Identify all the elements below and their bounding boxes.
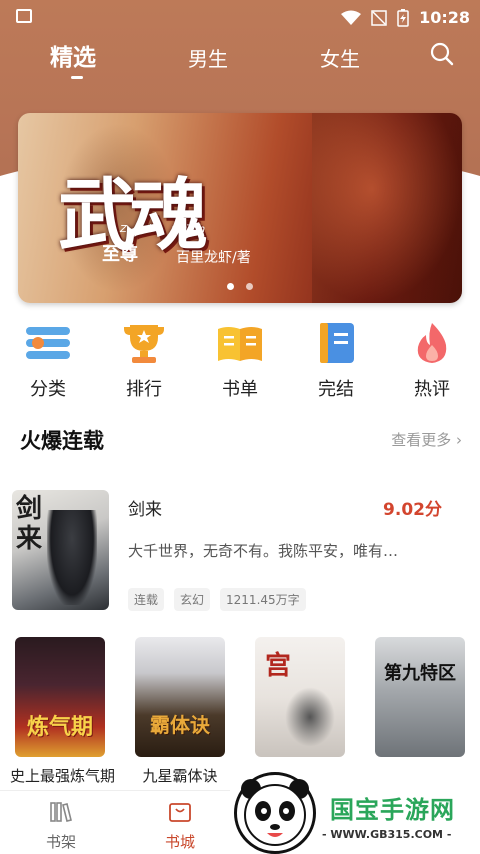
- tag-status: 连载: [128, 588, 165, 611]
- book-cover-text: 炼气期: [26, 714, 93, 740]
- quick-item-hot-reviews[interactable]: 热评: [392, 315, 472, 401]
- tab-female[interactable]: 女生: [320, 43, 360, 72]
- category-icon: [24, 319, 72, 367]
- tab-label-bookstore: 书城: [164, 833, 195, 851]
- tab-bookshelf[interactable]: 书架: [26, 801, 96, 852]
- featured-book-tags: 连载 玄幻 1211.45万字: [128, 588, 306, 611]
- tag-word-count: 1211.45万字: [220, 588, 306, 611]
- featured-book-score: 9.02分: [383, 500, 442, 520]
- book-cover: 炼气期: [15, 637, 105, 757]
- status-bar: 10:28: [0, 0, 480, 34]
- quick-item-category[interactable]: 分类: [8, 315, 88, 401]
- quick-label-category: 分类: [30, 379, 66, 400]
- featured-cover-text: 剑来: [16, 494, 43, 554]
- wifi-icon: [341, 10, 362, 25]
- banner-dot-1[interactable]: [227, 283, 234, 290]
- book-title: 九星霸体诀: [142, 767, 218, 785]
- section-header: 火爆连载 查看更多 ›: [20, 425, 462, 455]
- status-right: 10:28: [341, 8, 470, 27]
- book-cover-text: 第九特区: [384, 663, 456, 684]
- see-more-link[interactable]: 查看更多 ›: [391, 429, 462, 450]
- panda-logo: [234, 772, 316, 854]
- banner-subtitle: 至尊: [102, 244, 138, 265]
- banner-author: 百里龙虾/著: [176, 250, 251, 266]
- bookshelf-icon: [50, 802, 72, 822]
- section-title: 火爆连载: [20, 429, 104, 453]
- promo-banner[interactable]: 武魂 Zhì zūn 至尊 百里龙虾/著: [18, 113, 462, 303]
- featured-book-cover: 剑来: [12, 490, 109, 610]
- book-cover-text: 霸体诀: [150, 713, 210, 737]
- quick-entries: 分类 排行 书单 完结 热评: [0, 315, 480, 405]
- banner-pagination: [227, 283, 253, 290]
- book-cover: 第九特区: [375, 637, 465, 757]
- cover-figure: [285, 687, 335, 747]
- banner-dot-2[interactable]: [246, 283, 253, 290]
- tab-indicator: [71, 76, 83, 79]
- watermark-url: - WWW.GB315.COM -: [322, 828, 452, 841]
- battery-charging-icon: [397, 8, 409, 27]
- book-item[interactable]: 霸体诀 九星霸体诀: [130, 637, 230, 786]
- tab-bookstore[interactable]: 书城: [145, 801, 215, 852]
- featured-book-card[interactable]: 剑来 剑来 9.02分 大千世界，无奇不有。我陈平安，唯有… 连载 玄幻 121…: [12, 490, 470, 612]
- quick-item-rank[interactable]: 排行: [104, 315, 184, 401]
- book-cover: 霸体诀: [135, 637, 225, 757]
- book-item[interactable]: 第九特区: [370, 637, 470, 765]
- search-icon[interactable]: [430, 42, 454, 66]
- book-list-icon: [216, 319, 264, 367]
- banner-pinyin: Zhì zūn: [120, 224, 214, 235]
- bookstore-icon: [169, 803, 191, 822]
- app-page: 10:28 精选 男生 女生 武魂 Zhì zūn 至尊 百里龙虾/著 分类 排…: [0, 0, 480, 854]
- site-watermark: 国宝手游网 - WWW.GB315.COM -: [230, 760, 480, 854]
- finished-book-icon: [312, 319, 360, 367]
- featured-book-description: 大千世界，无奇不有。我陈平安，唯有…: [128, 542, 399, 560]
- flame-icon: [408, 319, 456, 367]
- quick-item-finished[interactable]: 完结: [296, 315, 376, 401]
- trophy-icon: [120, 319, 168, 367]
- tab-label-bookshelf: 书架: [45, 833, 76, 851]
- top-tabs: 精选 男生 女生: [0, 36, 480, 86]
- quick-label-finished: 完结: [318, 379, 354, 400]
- cover-figure: [47, 510, 97, 605]
- watermark-text: 国宝手游网: [330, 796, 455, 824]
- book-cover-text: 宫: [265, 651, 292, 681]
- quick-item-booklist[interactable]: 书单: [200, 315, 280, 401]
- quick-label-booklist: 书单: [222, 379, 258, 400]
- image-notification-icon: [16, 9, 32, 23]
- no-signal-icon: [371, 9, 387, 26]
- tag-genre: 玄幻: [174, 588, 211, 611]
- book-item[interactable]: 炼气期 史上最强炼气期: [10, 637, 116, 786]
- book-title: 史上最强炼气期: [10, 767, 116, 785]
- clock: 10:28: [419, 8, 470, 27]
- tab-featured[interactable]: 精选: [50, 38, 96, 72]
- tab-male[interactable]: 男生: [188, 43, 228, 72]
- quick-label-hot-reviews: 热评: [414, 379, 450, 400]
- featured-book-title: 剑来: [128, 500, 162, 520]
- book-cover: 宫: [255, 637, 345, 757]
- quick-label-rank: 排行: [126, 379, 162, 400]
- book-item[interactable]: 宫: [250, 637, 350, 765]
